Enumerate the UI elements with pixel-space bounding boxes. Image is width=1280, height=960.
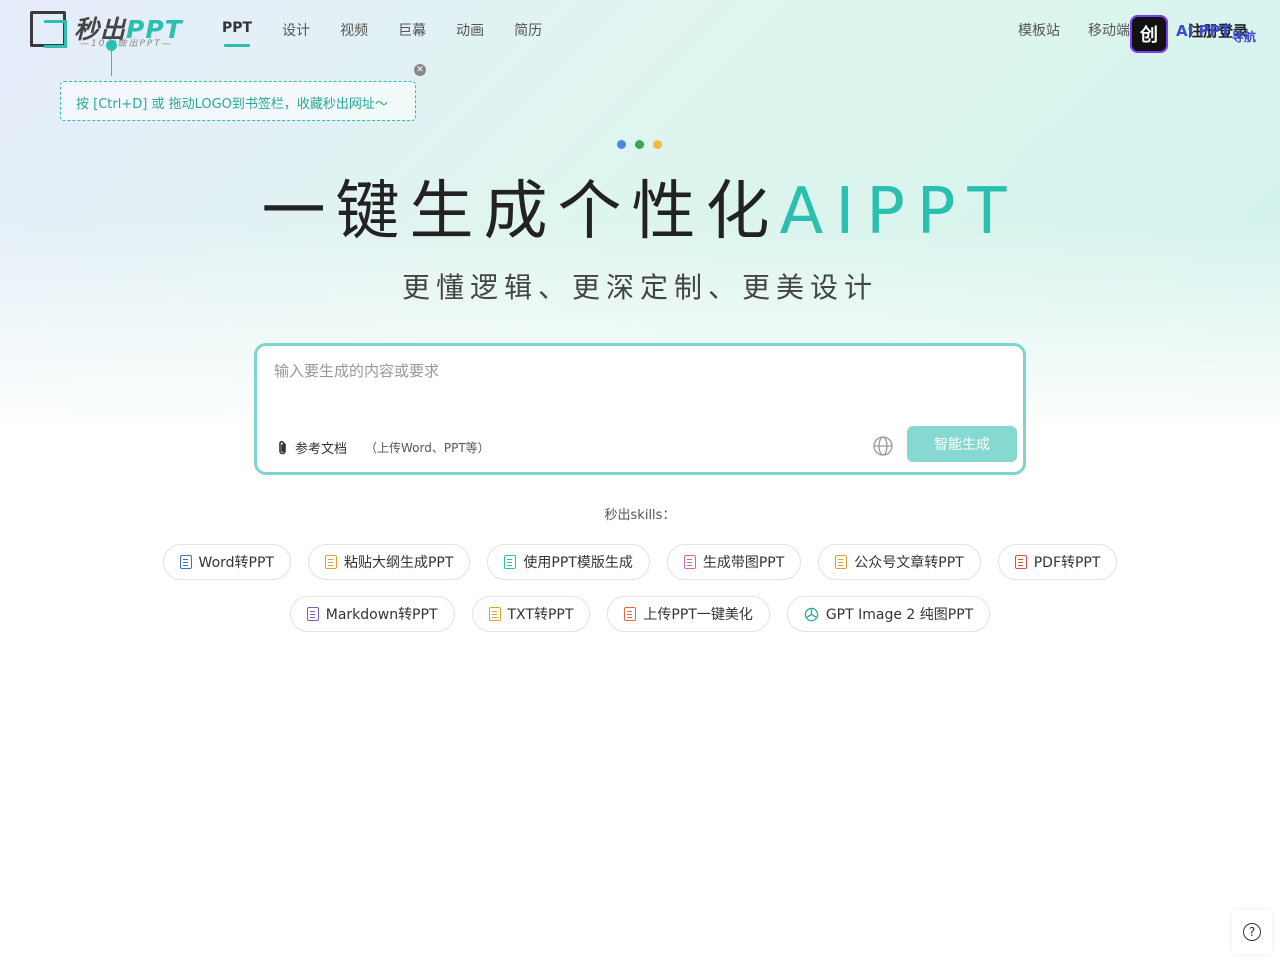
ppt-file-icon <box>624 607 637 621</box>
help-icon: ? <box>1243 923 1261 941</box>
skill-markdown-to-ppt[interactable]: Markdown转PPT <box>289 596 455 632</box>
nav-giant-screen[interactable]: 巨幕 <box>398 20 426 40</box>
pdf-file-icon <box>1014 555 1027 569</box>
hero-title-main: 一键生成个性化 <box>261 175 780 249</box>
bookmark-tooltip: 按 [Ctrl+D] 或 拖动LOGO到书签栏，收藏秒出网址～ <box>60 81 416 121</box>
skill-label: TXT转PPT <box>507 607 574 623</box>
right-nav: 模板站 移动端 <box>1018 20 1130 40</box>
nav-resume[interactable]: 简历 <box>514 20 542 40</box>
skills-row-2: Markdown转PPT TXT转PPT 上传PPT一键美化 GPT Image… <box>0 596 1280 632</box>
skill-label: 上传PPT一键美化 <box>643 607 753 623</box>
decorative-dots <box>617 140 662 149</box>
dot-green-icon <box>635 140 644 149</box>
article-file-icon <box>835 555 848 569</box>
skill-image-ppt[interactable]: 生成带图PPT <box>666 544 802 580</box>
logo-mark-icon <box>30 11 67 48</box>
nav-ppt[interactable]: PPT <box>222 20 252 47</box>
nav-design[interactable]: 设计 <box>282 20 310 40</box>
ai-ppt-nav-text[interactable]: AI PPT <box>1176 22 1231 40</box>
skill-word-to-ppt[interactable]: Word转PPT <box>162 544 291 580</box>
skill-label: 粘贴大纲生成PPT <box>343 555 454 571</box>
template-icon <box>504 555 517 569</box>
nav-animation[interactable]: 动画 <box>456 20 484 40</box>
ai-ppt-nav-badge-icon[interactable]: 创 <box>1130 15 1168 53</box>
nav-mobile[interactable]: 移动端 <box>1088 20 1130 40</box>
hero-title: 一键生成个性化AIPPT <box>0 160 1280 252</box>
attach-hint: （上传Word、PPT等） <box>365 441 490 455</box>
skill-gpt-image-ppt[interactable]: GPT Image 2 纯图PPT <box>786 596 991 632</box>
skill-beautify-ppt[interactable]: 上传PPT一键美化 <box>607 596 770 632</box>
skill-outline-to-ppt[interactable]: 粘贴大纲生成PPT <box>307 544 471 580</box>
prompt-card: 参考文档 （上传Word、PPT等） 智能生成 <box>254 343 1026 475</box>
help-button[interactable]: ? <box>1232 910 1272 954</box>
top-header: 秒出PPT —10秒做出PPT— PPT 设计 视频 巨幕 动画 简历 模板站 … <box>0 0 1280 60</box>
openai-icon <box>804 607 819 621</box>
nav-video[interactable]: 视频 <box>340 20 368 40</box>
nav-template-site[interactable]: 模板站 <box>1018 20 1060 40</box>
skill-label: 使用PPT模版生成 <box>523 555 633 571</box>
image-file-icon <box>683 555 696 569</box>
attach-reference-button[interactable]: 参考文档 （上传Word、PPT等） <box>277 438 490 457</box>
skill-pdf-to-ppt[interactable]: PDF转PPT <box>997 544 1118 580</box>
skill-label: GPT Image 2 纯图PPT <box>825 607 974 623</box>
skill-label: Word转PPT <box>198 555 274 571</box>
skill-label: 公众号文章转PPT <box>854 555 964 571</box>
ai-ppt-nav-sub[interactable]: 导航 <box>1232 28 1256 45</box>
skill-article-to-ppt[interactable]: 公众号文章转PPT <box>818 544 981 580</box>
paperclip-icon <box>279 440 286 454</box>
outline-file-icon <box>324 555 337 569</box>
dot-blue-icon <box>617 140 626 149</box>
attach-label: 参考文档 <box>295 442 348 457</box>
tooltip-connector <box>111 50 112 76</box>
txt-file-icon <box>488 607 501 621</box>
main-nav: PPT 设计 视频 巨幕 动画 简历 <box>222 20 542 47</box>
dot-yellow-icon <box>653 140 662 149</box>
skill-txt-to-ppt[interactable]: TXT转PPT <box>471 596 591 632</box>
hero-title-accent: AIPPT <box>779 175 1019 249</box>
generate-button[interactable]: 智能生成 <box>907 426 1017 462</box>
skill-template-generate[interactable]: 使用PPT模版生成 <box>487 544 650 580</box>
word-file-icon <box>179 555 192 569</box>
skills-label: 秒出skills： <box>604 508 676 523</box>
hero-subtitle: 更懂逻辑、更深定制、更美设计 <box>401 271 878 304</box>
prompt-input[interactable] <box>274 360 1004 420</box>
skill-label: 生成带图PPT <box>702 555 785 571</box>
globe-icon[interactable] <box>872 435 894 457</box>
logo-slogan: —10秒做出PPT— <box>80 39 173 49</box>
skill-label: Markdown转PPT <box>325 607 438 623</box>
skills-row-1: Word转PPT 粘贴大纲生成PPT 使用PPT模版生成 生成带图PPT 公众号… <box>0 544 1280 580</box>
markdown-file-icon <box>306 607 319 621</box>
tooltip-close-icon[interactable]: ✕ <box>414 64 426 76</box>
skill-label: PDF转PPT <box>1033 555 1101 571</box>
